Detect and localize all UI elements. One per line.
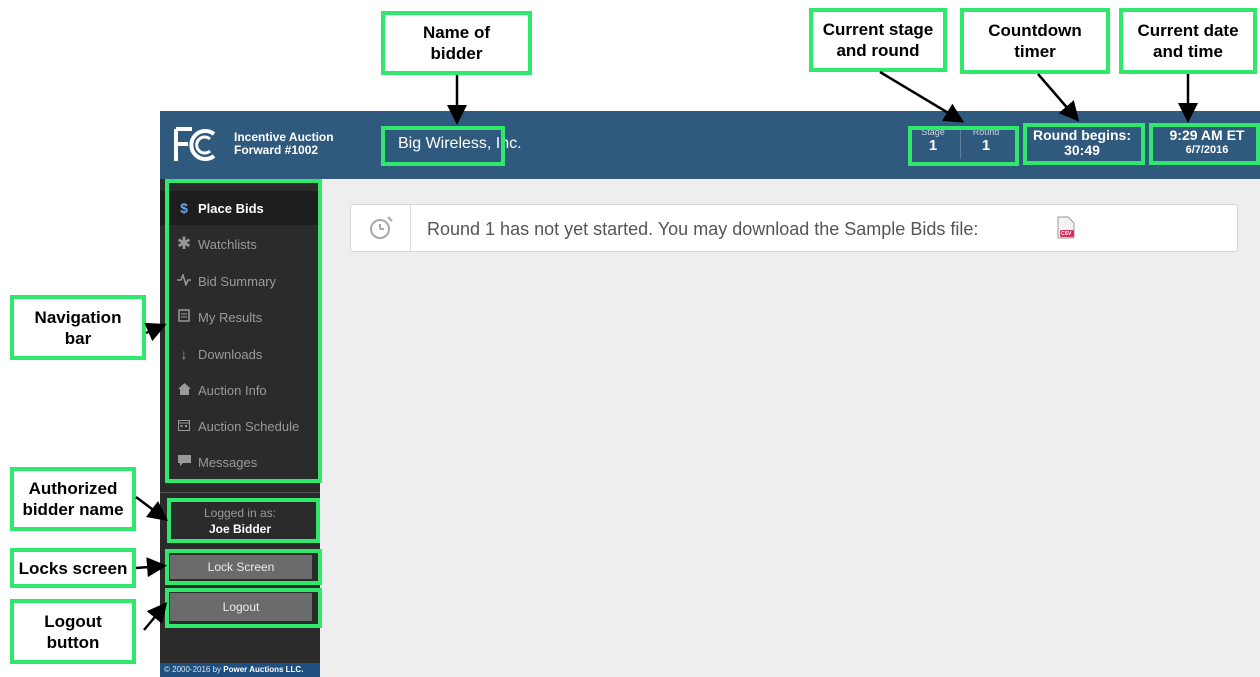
arrow-countdown	[1037, 73, 1080, 122]
arrow-locks	[135, 557, 167, 578]
arrow-stage	[879, 70, 965, 123]
arrow-authorized	[135, 496, 168, 521]
callout-arrows	[135, 70, 1198, 631]
arrow-logout	[143, 602, 168, 631]
arrow-navigation	[144, 322, 167, 342]
